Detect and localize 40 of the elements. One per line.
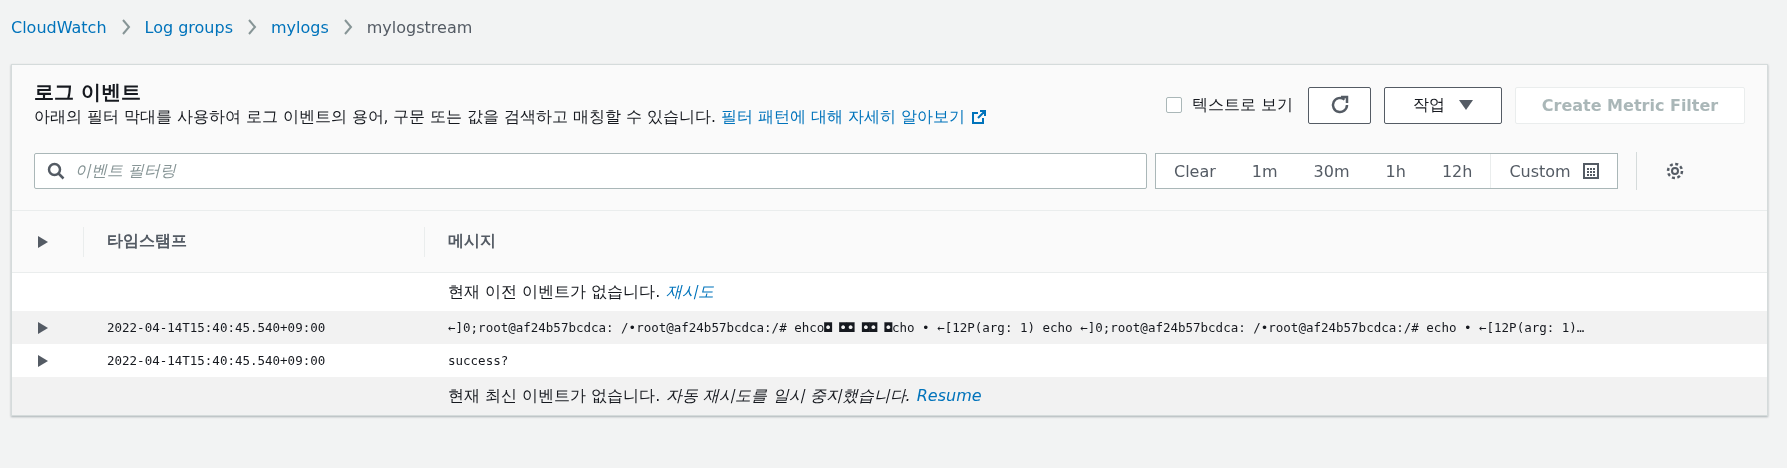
notice-text: 현재 최신 이벤트가 없습니다. [448, 385, 661, 405]
notice-text: 현재 이전 이벤트가 없습니다. [448, 281, 661, 301]
breadcrumb-link[interactable]: mylogs [271, 17, 329, 37]
description-text: 아래의 필터 막대를 사용하여 로그 이벤트의 용어, 구문 또는 값을 검색하고 매칭할 수 있습니다. 필터 패턴에 대해 자세히 알아보기 [34, 107, 987, 128]
time-range-option[interactable]: 1m [1233, 154, 1296, 188]
panel-title: 로그 이벤트 [34, 79, 142, 105]
retry-link[interactable]: 재시도 [666, 281, 715, 301]
chevron-icon [120, 19, 131, 35]
refresh-button[interactable] [1308, 86, 1371, 124]
time-range-option[interactable]: Clear [1156, 154, 1234, 188]
chevron-icon [342, 19, 353, 35]
checkbox-label: 텍스트로 보기 [1191, 94, 1293, 116]
external-link-icon[interactable] [970, 109, 987, 125]
timestamp-cell-text: 2022-04-14T15:40:45.540+09:00 [106, 320, 327, 335]
checkbox[interactable] [1165, 97, 1182, 113]
breadcrumb-link[interactable]: Log groups [144, 17, 233, 37]
time-range-option[interactable]: 12h [1423, 154, 1491, 188]
retry-link[interactable]: Resume [916, 385, 982, 405]
column-header: 메시지 [448, 231, 496, 252]
learn-more-link[interactable]: 필터 패턴에 대해 자세히 알아보기 [720, 108, 965, 126]
search-icon [47, 162, 65, 180]
message-cell-text: ←]0;root@af24b57bcdca: /•root@af24b57bcdca:/# ehco◘ ◘◘ ◘◘ ◘cho • ←[12P(arg: 1) echo ←]0;root@af24b57bcdca: /•root@af24b57bcdca:/# echo • ←[12P(arg: 1)… [447, 320, 1586, 335]
expand-icon[interactable] [38, 235, 48, 248]
settings-icon[interactable] [1664, 161, 1685, 181]
column-header: 타임스탬프 [107, 231, 187, 252]
expand-icon[interactable] [38, 354, 48, 367]
expand-icon[interactable] [38, 321, 48, 334]
breadcrumb-link[interactable]: CloudWatch [11, 17, 107, 37]
chevron-icon [247, 19, 257, 35]
timestamp-cell-text: 2022-04-14T15:40:45.540+09:00 [106, 353, 327, 368]
custom-range-option[interactable]: Custom [1490, 154, 1617, 188]
breadcrumb-current: mylogstream [366, 17, 473, 37]
time-range-option[interactable]: 1h [1367, 154, 1424, 188]
calendar-icon [1582, 163, 1599, 179]
actions-button[interactable]: 작업 [1384, 86, 1502, 124]
message-cell-text: success? [447, 353, 510, 368]
time-range-option[interactable]: 30m [1295, 154, 1368, 188]
paused-note: 자동 재시도를 일시 중지했습니다. [666, 385, 911, 405]
caret-down-icon [1459, 100, 1473, 110]
search-field[interactable]: 이벤트 필터링 [34, 153, 1147, 189]
